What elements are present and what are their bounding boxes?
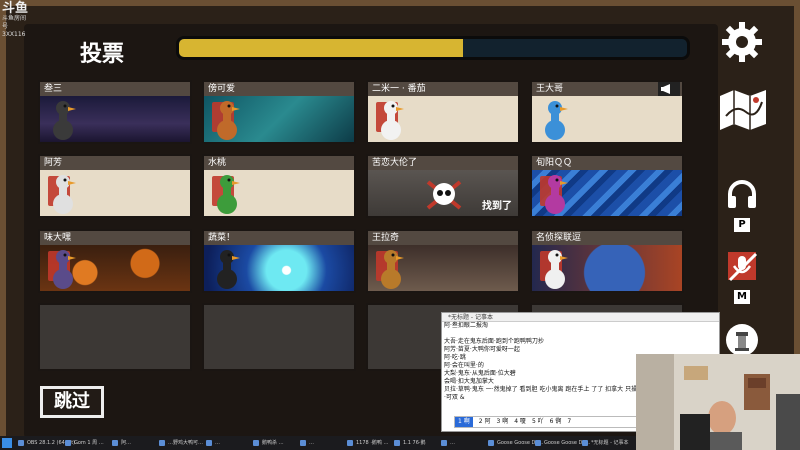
- goose-avatar: [540, 175, 568, 214]
- ime-candidate[interactable]: 6 锕: [550, 418, 562, 425]
- player-card[interactable]: 旬阳ＱＱ: [530, 154, 684, 218]
- goose-avatar: [217, 250, 240, 289]
- notepad-line: 阿·叁扣眼二报淘: [444, 322, 488, 329]
- taskbar-item[interactable]: …: [204, 438, 252, 448]
- player-card[interactable]: 叁三: [38, 80, 192, 144]
- taskbar-item[interactable]: *无标题 - 记事本: [580, 438, 628, 448]
- notepad-line: 大吾·走在鬼东后面·跑到个跑鸭鸭刀抄: [444, 338, 544, 345]
- goose-avatar: [545, 101, 568, 140]
- ime-candidate[interactable]: 4 嗄: [514, 418, 526, 425]
- vote-title: 投票: [80, 42, 125, 67]
- player-name: 味大嘿: [40, 231, 190, 245]
- taskbar-item[interactable]: …: [439, 438, 487, 448]
- settings-gear-icon[interactable]: [720, 20, 764, 64]
- player-card[interactable]: 阿芳: [38, 154, 192, 218]
- player-card[interactable]: 蔬菜！: [202, 229, 356, 293]
- player-name: 蔬菜！: [204, 231, 354, 245]
- player-card[interactable]: 水桃: [202, 154, 356, 218]
- windows-taskbar: OBS 28.1.2 (64-bit)... Gom 1 周 … 阿… …野鸡大鸭可……: [0, 436, 636, 450]
- start-button[interactable]: [2, 438, 12, 448]
- goose-avatar: [376, 250, 404, 289]
- notepad-titlebar[interactable]: *无标题 - 记事本: [442, 313, 719, 322]
- player-card[interactable]: 二米一 · 番茄: [366, 80, 520, 144]
- player-name: 王拉奇: [368, 231, 518, 245]
- player-card[interactable]: 王拉奇: [366, 229, 520, 293]
- ime-candidate[interactable]: 7: [567, 418, 571, 425]
- taskbar-item[interactable]: Goose Goose Du…: [533, 438, 591, 448]
- goose-avatar: [212, 101, 240, 140]
- mic-key-badge: M: [734, 290, 750, 304]
- vote-timer-fill: [179, 39, 464, 57]
- audio-key-badge: P: [734, 218, 750, 232]
- webcam-image: [636, 354, 800, 450]
- skip-vote-button[interactable]: 跳过: [40, 386, 104, 418]
- player-slot-empty: [202, 303, 356, 371]
- vote-timer-bar: [176, 36, 690, 60]
- body-found-label: 找到了: [482, 201, 512, 212]
- megaphone-icon: [658, 82, 680, 96]
- taskbar-item[interactable]: 鹅鸭杀 …: [251, 438, 299, 448]
- taskbar-item[interactable]: …: [298, 438, 346, 448]
- taskbar-item[interactable]: …野鸡大鸭可…: [157, 438, 205, 448]
- ime-candidate[interactable]: 3 啊: [496, 418, 508, 425]
- stream-room-id: 3XX116: [2, 31, 26, 38]
- goose-avatar: [48, 175, 76, 214]
- goose-avatar: [212, 175, 240, 214]
- goose-avatar: [53, 101, 76, 140]
- goose-avatar: [540, 250, 568, 289]
- headphones-icon[interactable]: [726, 178, 758, 210]
- dead-skull-icon: [426, 180, 462, 210]
- player-name: 阿芳: [40, 156, 190, 170]
- stream-room-label: 斗鱼房间号: [2, 15, 27, 30]
- player-card[interactable]: 傍可爱: [202, 80, 356, 144]
- notepad-line: [442, 330, 719, 338]
- player-name: 二米一 · 番茄: [368, 82, 518, 96]
- player-name: 傍可爱: [204, 82, 354, 96]
- player-name: 水桃: [204, 156, 354, 170]
- player-slot-empty: [38, 303, 192, 371]
- notepad-line: 阿芳·苗夏·大鸭你可爱呀一起: [444, 346, 520, 353]
- ime-candidate[interactable]: 5 吖: [532, 418, 544, 425]
- taskbar-item[interactable]: 1178 ·鹅鸭 …: [345, 438, 393, 448]
- goose-avatar: [376, 101, 404, 140]
- stream-logo: 斗鱼: [2, 1, 29, 16]
- stream-badge: 斗鱼 斗鱼房间号 3XX116: [2, 1, 30, 38]
- player-card[interactable]: 名侦探联逗: [530, 229, 684, 293]
- player-card[interactable]: 苦恋大伦了找到了: [366, 154, 520, 218]
- ime-candidate[interactable]: 2 阿: [479, 418, 491, 425]
- taskbar-item[interactable]: Gom 1 周 …: [63, 438, 111, 448]
- ime-candidate[interactable]: 1 啊: [455, 417, 473, 427]
- player-name: 苦恋大伦了: [368, 156, 518, 170]
- mic-muted-icon[interactable]: [724, 248, 760, 284]
- mic-key-label: M: [737, 291, 747, 302]
- player-name: 名侦探联逗: [532, 231, 682, 245]
- player-name: 叁三: [40, 82, 190, 96]
- audio-key-label: P: [738, 219, 746, 230]
- player-card[interactable]: 王大哥: [530, 80, 684, 144]
- map-icon[interactable]: [716, 86, 770, 132]
- taskbar-item[interactable]: 阿…: [110, 438, 158, 448]
- player-name: 旬阳ＱＱ: [532, 156, 682, 170]
- goose-avatar: [48, 250, 76, 289]
- ime-candidate-bar: 1 啊 2 阿 3 啊 4 嗄 5 吖 6 锕 7: [454, 416, 644, 428]
- player-card[interactable]: 味大嘿: [38, 229, 192, 293]
- webcam-feed: [636, 354, 800, 450]
- taskbar-item[interactable]: OBS 28.1.2 (64-bit)...: [16, 438, 80, 448]
- taskbar-item[interactable]: 1.1 76·鹅: [392, 438, 440, 448]
- taskbar-item[interactable]: Goose Goose Du…: [486, 438, 544, 448]
- rulebook-icon[interactable]: [724, 322, 760, 358]
